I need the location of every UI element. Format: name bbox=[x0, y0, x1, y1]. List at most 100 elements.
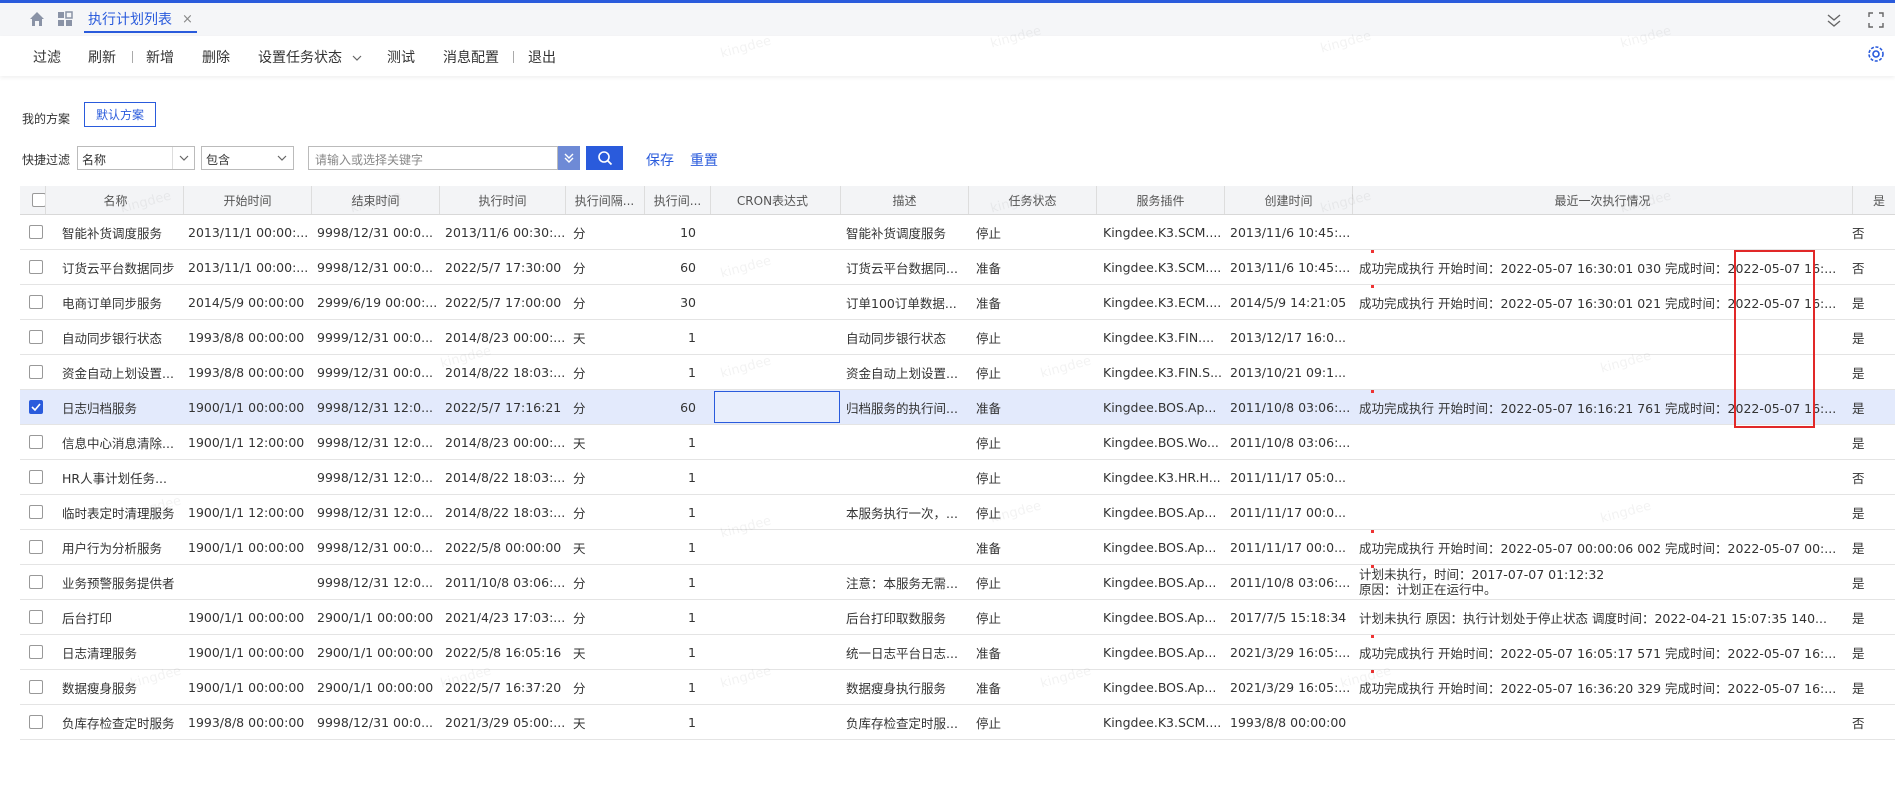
cell-last-exec: 成功完成执行 开始时间：2022-05-07 00:00:06 002 完成时间… bbox=[1359, 540, 1837, 556]
cell-checkbox[interactable] bbox=[29, 285, 49, 319]
double-chevron-down-icon bbox=[564, 153, 574, 163]
table-row[interactable]: 日志归档服务 1900/1/1 00:00:00 9998/12/31 12:0..… bbox=[20, 390, 1895, 425]
cron-edit-cell[interactable] bbox=[714, 391, 840, 423]
cell-checkbox[interactable] bbox=[29, 460, 49, 494]
cell-checkbox[interactable] bbox=[29, 215, 49, 249]
collapse-chevron-icon[interactable] bbox=[1826, 12, 1842, 28]
row-checkbox[interactable] bbox=[29, 260, 43, 274]
column-header-enabled[interactable]: 是 bbox=[1852, 186, 1892, 214]
row-checkbox[interactable] bbox=[29, 435, 43, 449]
row-checkbox[interactable] bbox=[29, 680, 43, 694]
cell-start: 2013/11/1 00:00:... bbox=[188, 259, 309, 275]
cell-status: 准备 bbox=[976, 540, 1002, 556]
select-all-checkbox[interactable] bbox=[32, 193, 46, 207]
cell-checkbox[interactable] bbox=[29, 320, 49, 354]
cell-unit: 天 bbox=[573, 540, 586, 556]
cell-created: 2011/10/8 03:06:... bbox=[1230, 574, 1351, 590]
column-header-plugin[interactable]: 服务插件 bbox=[1096, 186, 1224, 214]
cell-checkbox[interactable] bbox=[29, 670, 49, 704]
add-button[interactable]: 新增 bbox=[146, 47, 174, 67]
column-header-desc[interactable]: 描述 bbox=[840, 186, 968, 214]
test-button[interactable]: 测试 bbox=[387, 47, 415, 67]
fullscreen-icon[interactable] bbox=[1868, 12, 1884, 28]
table-row[interactable]: 智能补货调度服务 2013/11/1 00:00:... 9998/12/31 00… bbox=[20, 215, 1895, 250]
reset-filter-link[interactable]: 重置 bbox=[690, 150, 718, 170]
column-header-unit[interactable]: 执行间隔... bbox=[565, 186, 643, 214]
cell-interval: 1 bbox=[688, 504, 696, 520]
column-header-last[interactable]: 最近一次执行情况 bbox=[1352, 186, 1852, 214]
search-icon bbox=[597, 151, 612, 166]
cell-checkbox[interactable] bbox=[29, 635, 49, 669]
tab-bar: 执行计划列表 × bbox=[0, 3, 1895, 36]
cell-status: 停止 bbox=[976, 470, 1002, 486]
column-header-start[interactable]: 开始时间 bbox=[183, 186, 311, 214]
gear-icon[interactable] bbox=[1866, 44, 1886, 64]
cell-unit: 分 bbox=[573, 610, 586, 626]
table-row[interactable]: HR人事计划任务... 9998/12/31 12:0... 2014/8/22 1… bbox=[20, 460, 1895, 495]
cell-enabled: 是 bbox=[1852, 365, 1865, 381]
table-row[interactable]: 业务预警服务提供者 9998/12/31 12:0... 2011/10/8 03:… bbox=[20, 565, 1895, 600]
row-checkbox[interactable] bbox=[29, 645, 43, 659]
row-checkbox[interactable] bbox=[29, 505, 43, 519]
cell-interval: 1 bbox=[688, 644, 696, 660]
save-filter-link[interactable]: 保存 bbox=[646, 150, 674, 170]
cell-checkbox[interactable] bbox=[29, 390, 49, 424]
row-checkbox[interactable] bbox=[29, 610, 43, 624]
cell-unit: 天 bbox=[573, 330, 586, 346]
table-row[interactable]: 后台打印 1900/1/1 00:00:00 2900/1/1 00:00:00 20… bbox=[20, 600, 1895, 635]
row-checkbox[interactable] bbox=[29, 715, 43, 729]
table-row[interactable]: 用户行为分析服务 1900/1/1 00:00:00 9998/12/31 00:0… bbox=[20, 530, 1895, 565]
cell-last-exec bbox=[1359, 425, 1849, 459]
row-checkbox[interactable] bbox=[29, 330, 43, 344]
row-checkbox[interactable] bbox=[29, 540, 43, 554]
row-checkbox[interactable] bbox=[29, 470, 43, 484]
table-row[interactable]: 自动同步银行状态 1993/8/8 00:00:00 9999/12/31 00:0… bbox=[20, 320, 1895, 355]
cell-end: 9999/12/31 00:0... bbox=[317, 364, 434, 380]
default-scheme-button[interactable]: 默认方案 bbox=[84, 102, 156, 127]
message-config-button[interactable]: 消息配置 bbox=[443, 47, 499, 67]
table-row[interactable]: 电商订单同步服务 2014/5/9 00:00:00 2999/6/19 00:00… bbox=[20, 285, 1895, 320]
table-row[interactable]: 信息中心消息清除... 1900/1/1 12:00:00 9998/12/31 1… bbox=[20, 425, 1895, 460]
refresh-button[interactable]: 刷新 bbox=[88, 47, 116, 67]
row-checkbox[interactable] bbox=[29, 365, 43, 379]
exit-button[interactable]: 退出 bbox=[528, 47, 556, 67]
delete-button[interactable]: 删除 bbox=[202, 47, 230, 67]
cell-checkbox[interactable] bbox=[29, 565, 49, 599]
table-row[interactable]: 负库存检查定时服务 1993/8/8 00:00:00 9998/12/31 00:… bbox=[20, 705, 1895, 740]
column-header-exec[interactable]: 执行时间 bbox=[439, 186, 565, 214]
cell-checkbox[interactable] bbox=[29, 530, 49, 564]
row-checkbox[interactable] bbox=[29, 400, 43, 414]
cell-checkbox[interactable] bbox=[29, 355, 49, 389]
chevron-down-icon bbox=[172, 147, 194, 169]
cell-plugin: Kingdee.K3.SCM.... bbox=[1103, 259, 1222, 275]
row-checkbox[interactable] bbox=[29, 575, 43, 589]
keyword-input[interactable]: 请输入或选择关键字 bbox=[308, 146, 558, 170]
table-row[interactable]: 数据瘦身服务 1900/1/1 00:00:00 2900/1/1 00:00:00… bbox=[20, 670, 1895, 705]
cell-checkbox[interactable] bbox=[29, 600, 49, 634]
cell-desc: 注意：本服务无需... bbox=[846, 575, 958, 591]
keyword-dropdown-button[interactable] bbox=[558, 146, 580, 170]
apps-grid-icon[interactable] bbox=[56, 10, 74, 28]
row-checkbox[interactable] bbox=[29, 295, 43, 309]
cell-plugin: Kingdee.BOS.Ap... bbox=[1103, 399, 1217, 415]
cell-enabled: 是 bbox=[1852, 575, 1865, 591]
cell-checkbox[interactable] bbox=[29, 250, 49, 284]
search-button[interactable] bbox=[586, 146, 623, 170]
toolbar-separator bbox=[132, 51, 133, 63]
close-icon[interactable]: × bbox=[182, 12, 193, 27]
set-status-dropdown[interactable]: 设置任务状态 bbox=[258, 47, 362, 67]
tab-execution-plan-list[interactable]: 执行计划列表 × bbox=[84, 7, 197, 33]
cell-checkbox[interactable] bbox=[29, 495, 49, 529]
filter-field-select[interactable]: 名称 bbox=[77, 146, 195, 170]
filter-button[interactable]: 过滤 bbox=[33, 47, 61, 67]
table-row[interactable]: 订货云平台数据同步 2013/11/1 00:00:... 9998/12/31 0… bbox=[20, 250, 1895, 285]
column-header-interval[interactable]: 执行间... bbox=[644, 186, 710, 214]
cell-checkbox[interactable] bbox=[29, 425, 49, 459]
column-header-cron[interactable]: CRON表达式 bbox=[710, 186, 834, 214]
home-icon[interactable] bbox=[28, 10, 46, 28]
filter-operator-select[interactable]: 包含 bbox=[201, 146, 294, 170]
row-checkbox[interactable] bbox=[29, 225, 43, 239]
cell-checkbox[interactable] bbox=[29, 705, 49, 739]
table-row[interactable]: 日志清理服务 1900/1/1 00:00:00 2900/1/1 00:00:00… bbox=[20, 635, 1895, 670]
cell-last-exec: 计划未执行，时间：2017-07-07 01:12:32 原因：计划正在运行中。 bbox=[1359, 565, 1849, 599]
